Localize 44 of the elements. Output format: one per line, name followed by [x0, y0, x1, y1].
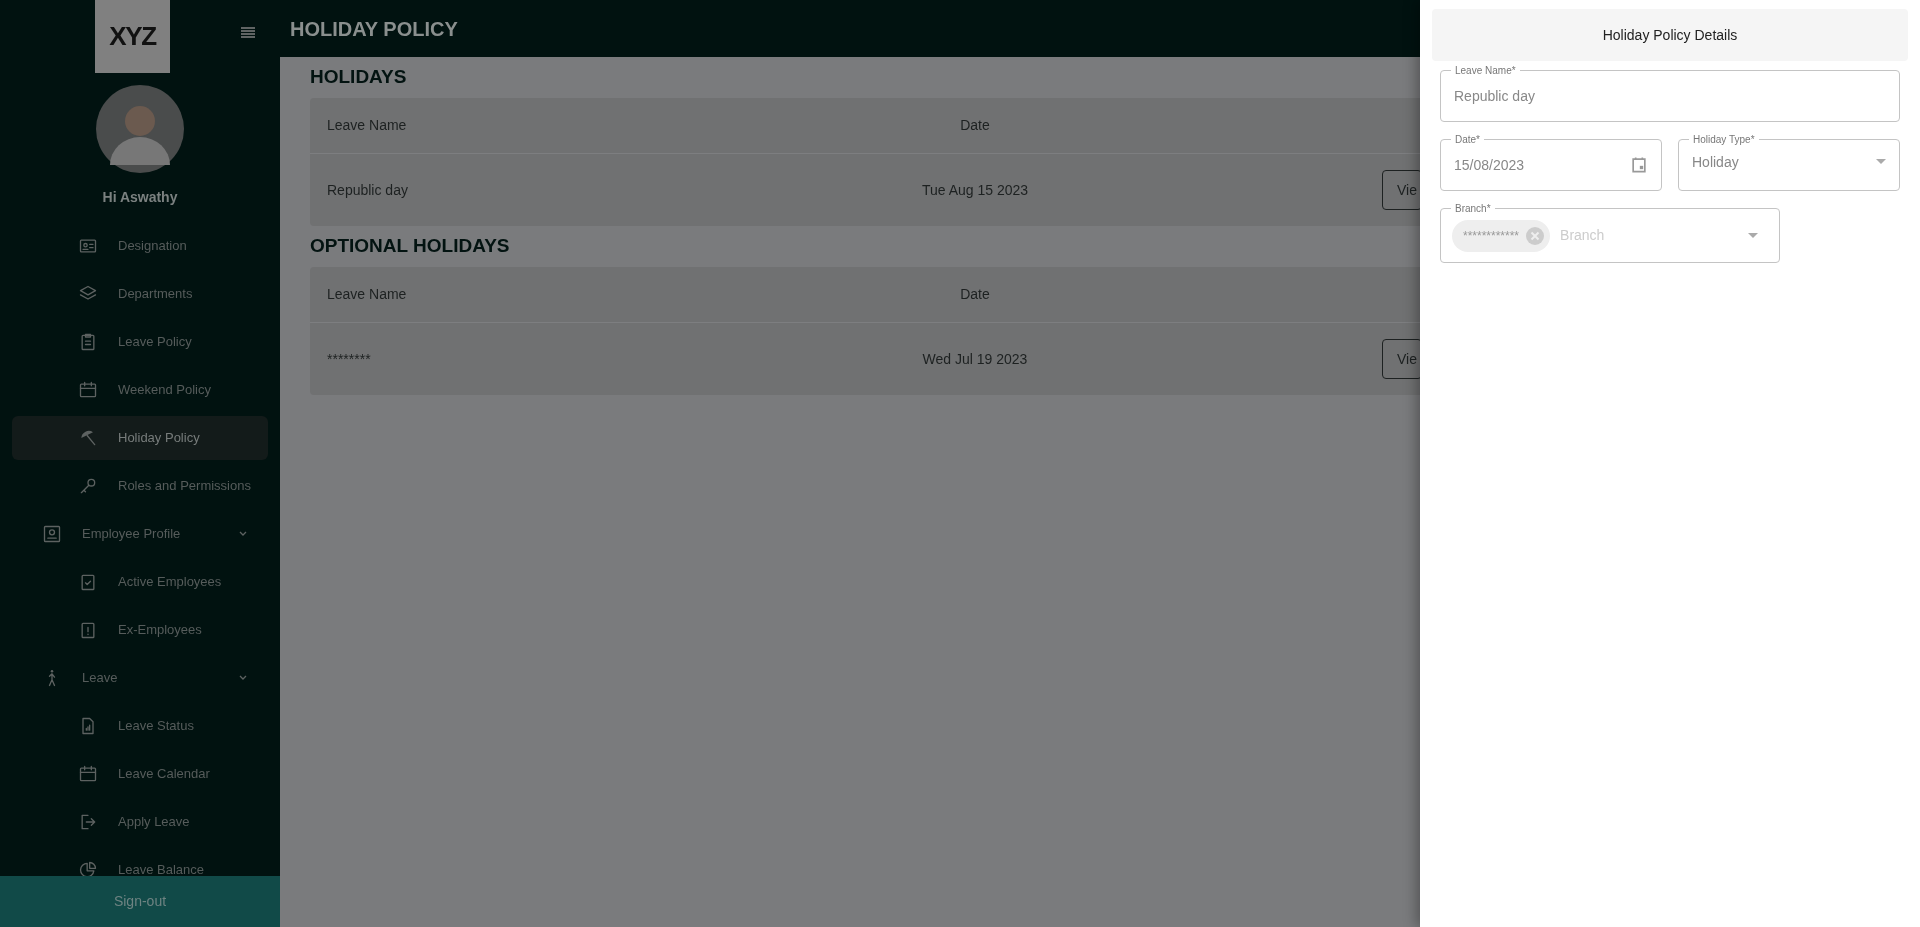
- table-cell-text: Wed Jul 19 2023: [921, 349, 1029, 369]
- logo: XYZ: [95, 0, 170, 73]
- sidebar-item[interactable]: Leave Status: [12, 704, 268, 748]
- table-cell-text: ********: [326, 349, 372, 369]
- table-cell-text: Tue Aug 15 2023: [920, 180, 1030, 200]
- caret-icon: [1876, 159, 1886, 165]
- calendar-icon: [78, 764, 98, 784]
- field-value: Republic day: [1454, 86, 1535, 106]
- caret-icon: [1748, 232, 1758, 239]
- field-label: Holiday Type*: [1689, 132, 1759, 147]
- table-cell-text: Republic day: [326, 180, 409, 200]
- column-header: Leave Name: [326, 116, 408, 135]
- sidebar-item[interactable]: Leave Balance: [12, 848, 268, 876]
- menu-icon[interactable]: [240, 26, 256, 40]
- calendar-icon[interactable]: [1629, 155, 1649, 175]
- calendar-icon: [78, 380, 98, 400]
- column-header: Date: [959, 116, 991, 135]
- sidebar-item[interactable]: Leave Policy: [12, 320, 268, 364]
- field-value: 15/08/2023: [1454, 155, 1525, 175]
- sign-out-button[interactable]: Sign-out: [0, 876, 280, 927]
- key-icon: [78, 476, 98, 496]
- sidebar-item[interactable]: Active Employees: [12, 560, 268, 604]
- sidebar-item[interactable]: Leave Calendar: [12, 752, 268, 796]
- column-header: Date: [959, 285, 991, 304]
- section-title: OPTIONAL HOLIDAYS: [310, 234, 511, 259]
- pie-chart-icon: [78, 860, 98, 876]
- sidebar-item[interactable]: Holiday Policy: [12, 416, 268, 460]
- sidebar-item[interactable]: Employee Profile: [12, 512, 268, 556]
- sidebar-item[interactable]: Apply Leave: [12, 800, 268, 844]
- sidebar-item[interactable]: Designation: [12, 224, 268, 268]
- section-title: HOLIDAYS: [310, 65, 408, 90]
- sidebar-item[interactable]: Leave: [12, 656, 268, 700]
- sidebar-item[interactable]: Weekend Policy: [12, 368, 268, 412]
- person-card-icon: [42, 524, 62, 544]
- page-title: HOLIDAY POLICY: [290, 16, 458, 42]
- select-value: Holiday: [1692, 152, 1739, 172]
- greeting: Hi Aswathy: [102, 188, 178, 207]
- sidebar-item[interactable]: Roles and Permissions: [12, 464, 268, 508]
- branch-chip[interactable]: ************: [1452, 219, 1551, 252]
- column-header: Leave Name: [326, 285, 408, 304]
- sidebar-item[interactable]: Departments: [12, 272, 268, 316]
- sidebar-item[interactable]: Ex-Employees: [12, 608, 268, 652]
- drawer-title: Holiday Policy Details: [1602, 25, 1738, 45]
- umbrella-icon: [78, 428, 98, 448]
